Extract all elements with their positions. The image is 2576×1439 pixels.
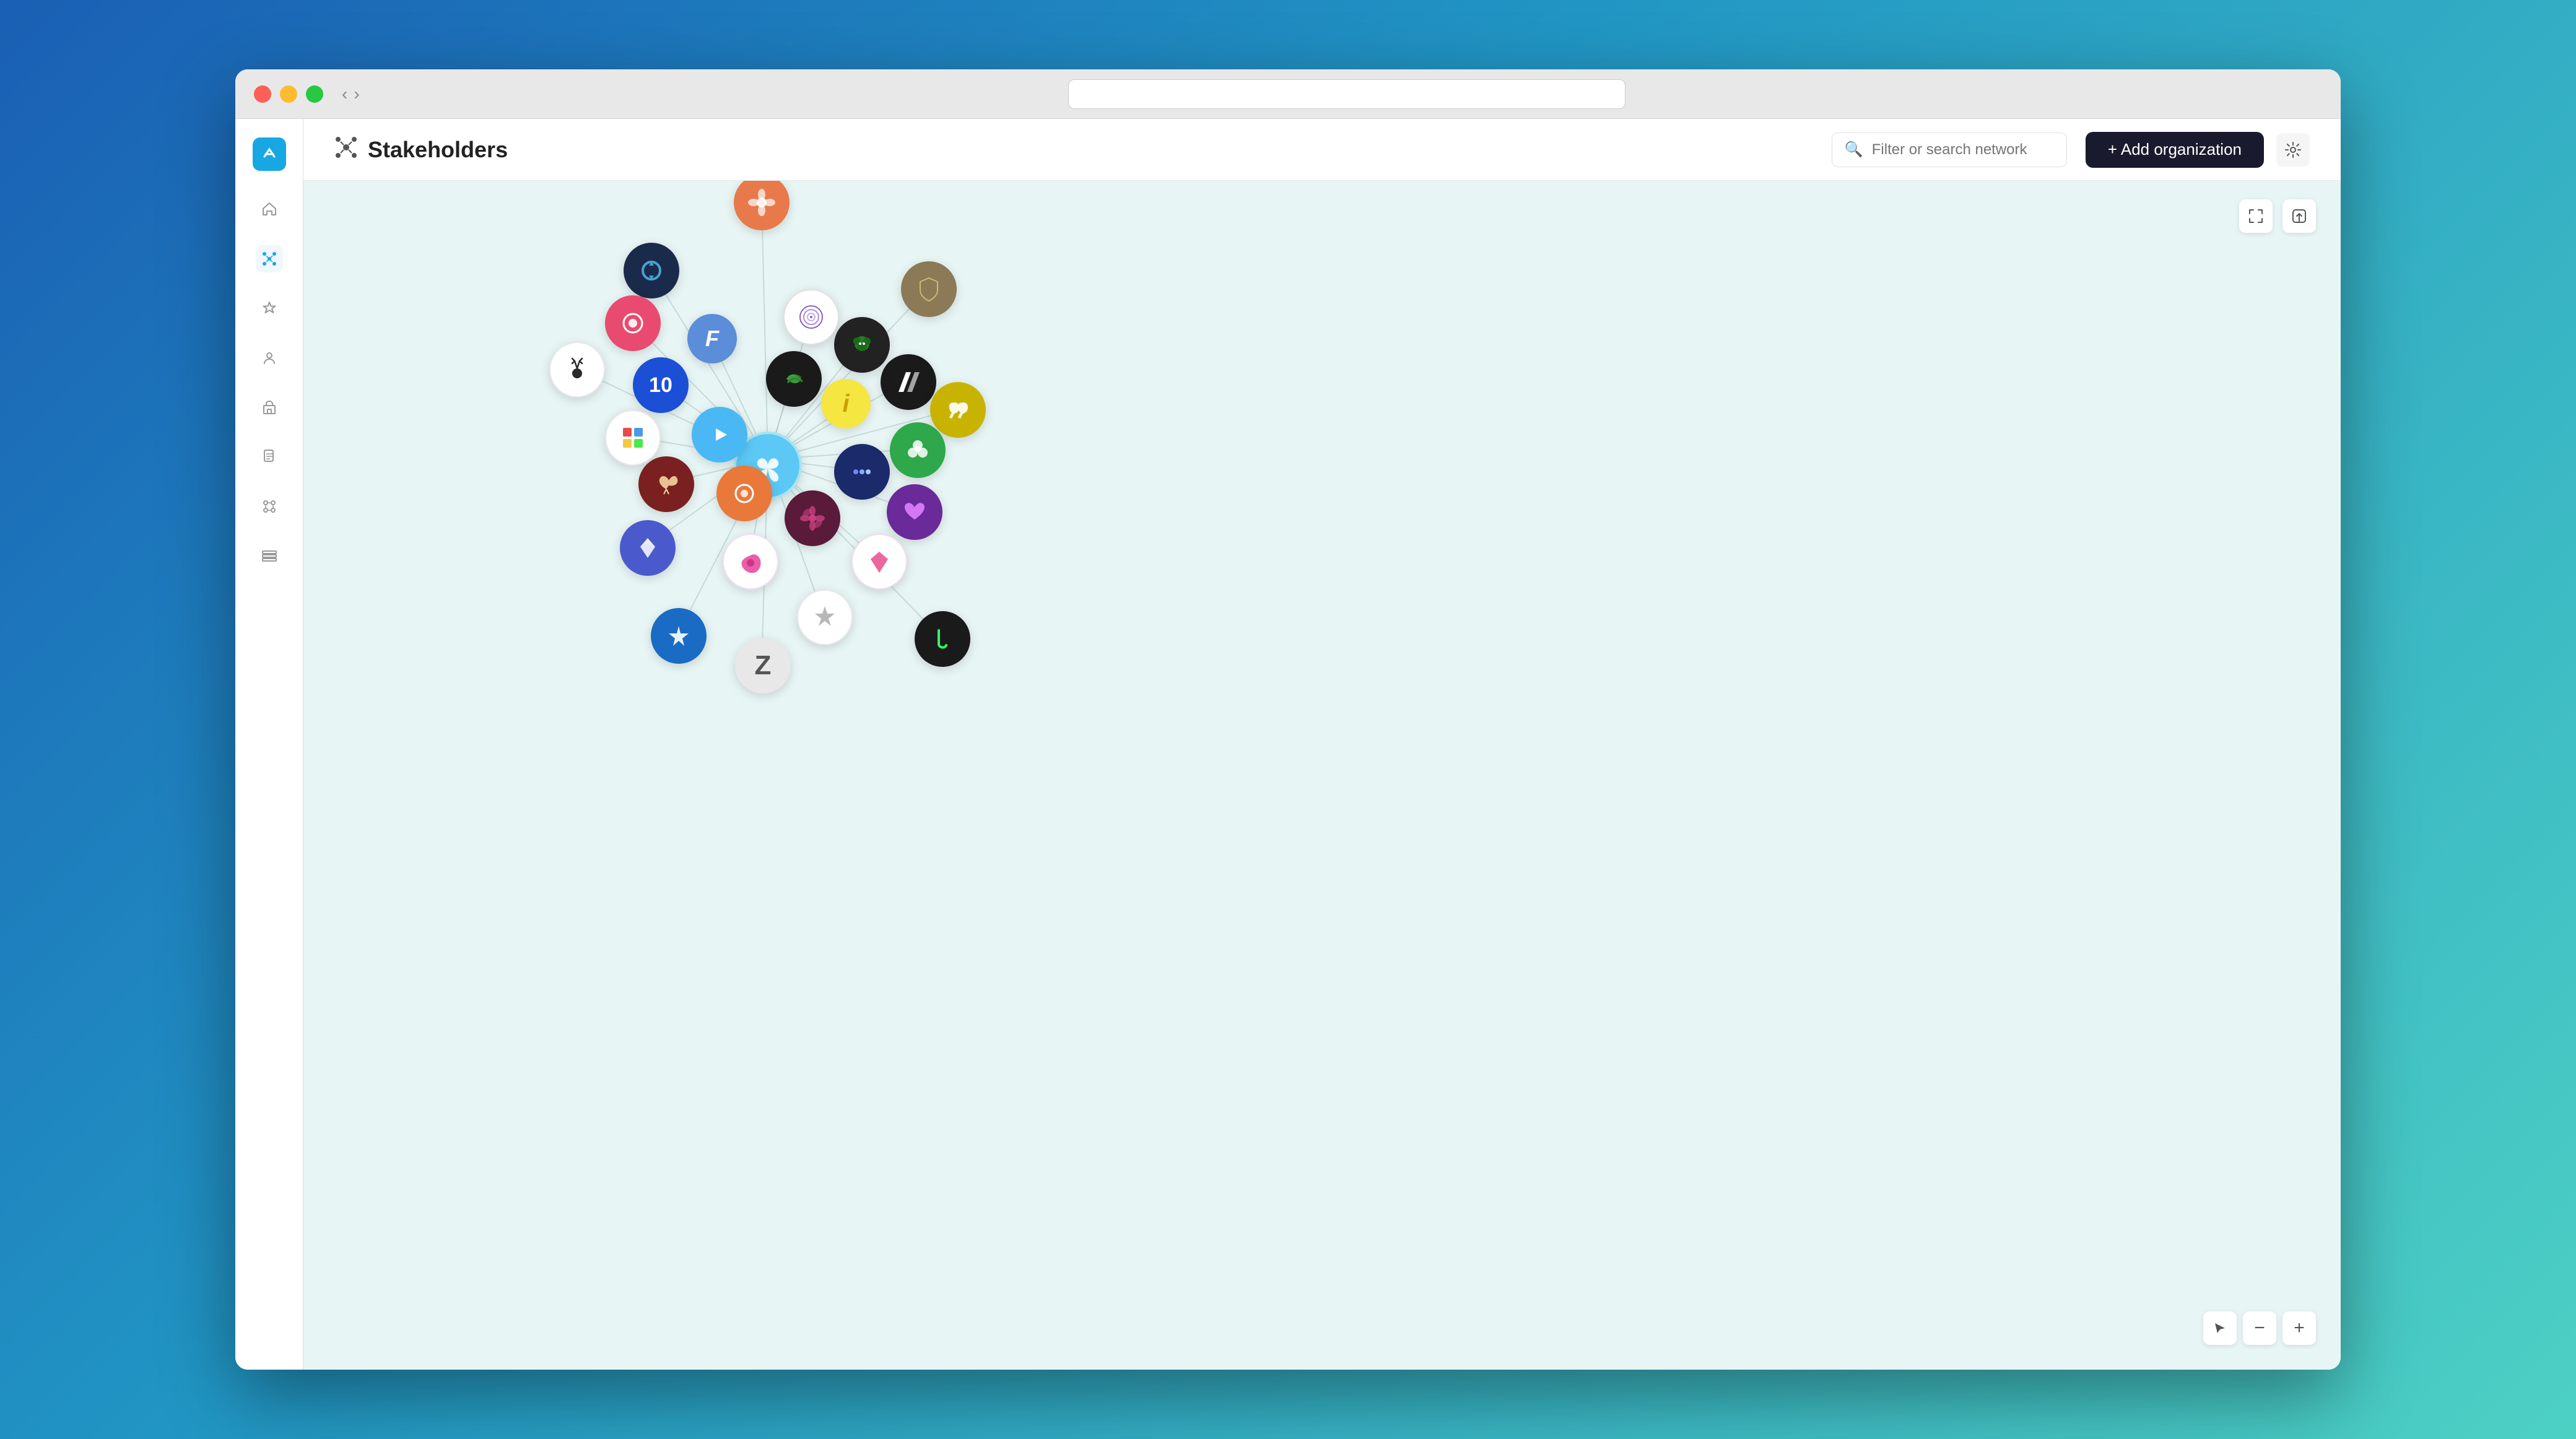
node-f[interactable]: F: [687, 314, 737, 363]
back-arrow[interactable]: ‹: [342, 84, 347, 104]
node-orange-circle[interactable]: [716, 466, 772, 521]
sidebar-item-home[interactable]: [256, 196, 283, 223]
node-code[interactable]: [834, 444, 890, 500]
node-diamond2[interactable]: [620, 520, 676, 576]
search-bar[interactable]: 🔍: [1832, 133, 2067, 167]
node-sync[interactable]: [624, 243, 679, 298]
sidebar: [235, 119, 303, 1370]
zoom-in-button[interactable]: +: [2282, 1311, 2316, 1345]
node-quote[interactable]: [930, 382, 986, 438]
sidebar-item-organizations[interactable]: [256, 394, 283, 421]
node-play[interactable]: [692, 407, 747, 463]
page-title-icon: [334, 136, 358, 164]
sidebar-item-integrations[interactable]: [256, 493, 283, 520]
expand-button[interactable]: [2239, 199, 2273, 233]
node-j[interactable]: [915, 611, 970, 667]
node-purple-heart[interactable]: [887, 484, 942, 540]
sidebar-item-people[interactable]: [256, 344, 283, 372]
nav-arrows: ‹ ›: [342, 84, 360, 104]
node-z[interactable]: Z: [735, 638, 791, 693]
zoom-out-button[interactable]: −: [2243, 1311, 2276, 1345]
node-i[interactable]: i: [821, 379, 871, 428]
sidebar-item-settings[interactable]: [256, 542, 283, 570]
search-icon: 🔍: [1845, 141, 1863, 159]
search-input[interactable]: [1872, 141, 2054, 159]
maximize-button[interactable]: [306, 85, 323, 103]
node-deer[interactable]: [549, 342, 605, 398]
node-monkey[interactable]: [834, 317, 890, 373]
node-gem[interactable]: [851, 534, 907, 589]
titlebar: ‹ ›: [235, 69, 2341, 119]
toolbar-right: + Add organization: [2086, 132, 2310, 168]
node-bird[interactable]: [638, 456, 694, 512]
forward-arrow[interactable]: ›: [354, 84, 359, 104]
traffic-lights: [254, 85, 323, 103]
page-title-area: Stakeholders: [334, 136, 1813, 164]
navigate-button[interactable]: [2203, 1311, 2237, 1345]
node-pink-blob[interactable]: [723, 534, 778, 589]
sidebar-item-favorites[interactable]: [256, 295, 283, 322]
url-bar[interactable]: [1068, 79, 1625, 109]
node-spiral[interactable]: [783, 289, 839, 345]
top-right-controls: [2239, 199, 2316, 233]
node-shield[interactable]: [901, 261, 957, 317]
node-10[interactable]: 10: [633, 357, 689, 413]
zoom-controls: − +: [2203, 1311, 2316, 1345]
node-orange-top[interactable]: [734, 181, 790, 230]
app-window: ‹ ›: [235, 69, 2341, 1370]
minimize-button[interactable]: [280, 85, 297, 103]
sidebar-item-network[interactable]: [256, 245, 283, 272]
app-logo[interactable]: [253, 137, 286, 171]
add-organization-button[interactable]: + Add organization: [2086, 132, 2264, 168]
node-clover[interactable]: [890, 422, 946, 478]
node-sphere[interactable]: [766, 351, 822, 407]
close-button[interactable]: [254, 85, 271, 103]
sidebar-nav: [256, 196, 283, 570]
toolbar: Stakeholders 🔍 + Add organization: [303, 119, 2341, 181]
page-title: Stakeholders: [368, 137, 508, 163]
network-canvas: F 10: [303, 181, 2341, 1370]
node-cyan-star[interactable]: [651, 608, 707, 664]
network-lines: [303, 181, 2341, 1370]
node-diagonal[interactable]: [881, 354, 936, 410]
sidebar-item-documents[interactable]: [256, 443, 283, 471]
node-grid4[interactable]: [605, 410, 661, 466]
node-record[interactable]: [605, 295, 661, 351]
window-content: Stakeholders 🔍 + Add organization: [235, 119, 2341, 1370]
node-dark-flower[interactable]: [785, 490, 840, 546]
share-button[interactable]: [2282, 199, 2316, 233]
main-area: Stakeholders 🔍 + Add organization: [303, 119, 2341, 1370]
settings-button[interactable]: [2276, 133, 2310, 167]
node-notch-star[interactable]: [797, 589, 853, 645]
